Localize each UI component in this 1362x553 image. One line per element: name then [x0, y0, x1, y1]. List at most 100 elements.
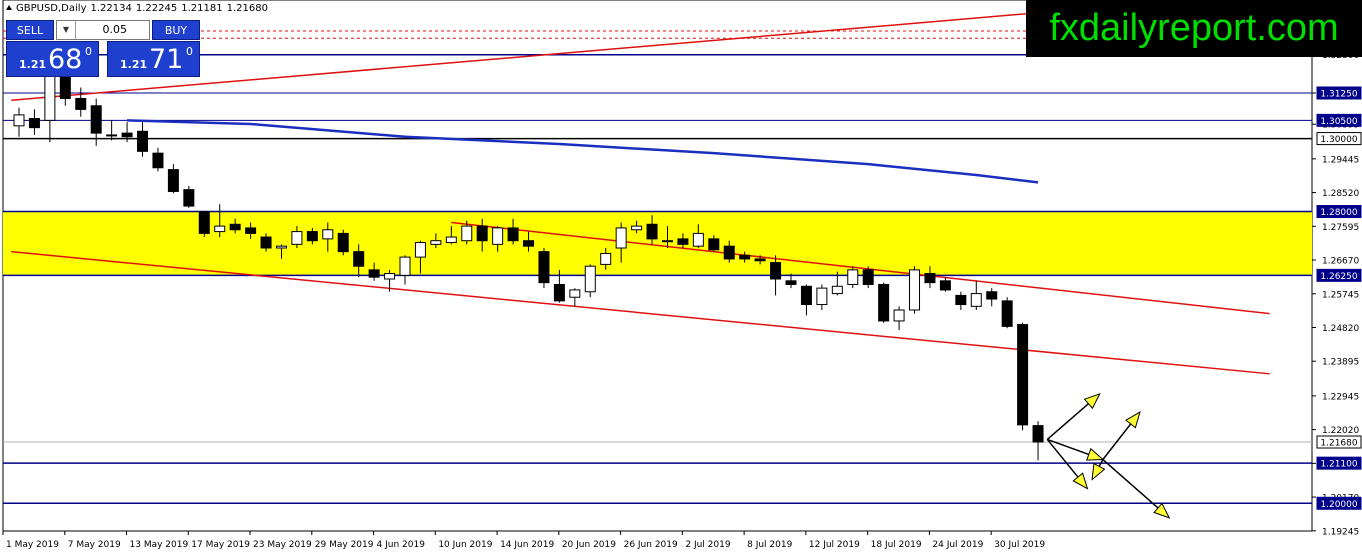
candle: [909, 266, 921, 314]
candle-body: [445, 236, 457, 244]
candle-body: [492, 227, 504, 245]
sell-price-prefix: 1.21: [19, 58, 47, 71]
candle-body: [770, 262, 782, 280]
candle-body: [955, 294, 967, 306]
candle-body: [368, 269, 380, 278]
candle-body: [970, 293, 982, 307]
date-tick-label: 18 Jul 2019: [871, 540, 922, 550]
date-tick-label: 12 Jul 2019: [809, 540, 860, 550]
candle: [1001, 297, 1013, 329]
price-level-label: 1.28000: [1316, 205, 1362, 219]
candle-body: [553, 283, 565, 302]
candle-body: [692, 232, 704, 247]
label-text: 1.31250: [1320, 89, 1357, 99]
price-level-label: 1.31250: [1316, 86, 1362, 100]
buy-price-prefix: 1.21: [120, 58, 148, 71]
date-tick-label: 4 Jun 2019: [377, 540, 426, 550]
candle-body: [198, 211, 210, 234]
candle-body: [708, 238, 720, 251]
chart-header: GBPUSD,Daily 1.22134 1.22245 1.21181 1.21680: [6, 3, 272, 14]
candle-body: [909, 269, 921, 311]
candle-body: [414, 242, 426, 258]
candle-body: [878, 283, 890, 322]
price-tick-label: 1.22020: [1322, 426, 1359, 436]
candle-body: [260, 236, 272, 249]
candle-body: [523, 240, 535, 247]
price-tick-label: 1.19245: [1322, 527, 1359, 537]
candle-body: [754, 258, 766, 262]
candle-body: [214, 225, 226, 233]
date-tick-label: 17 May 2019: [191, 540, 250, 550]
label-text: 1.21100: [1320, 460, 1357, 470]
date-tick-label: 14 Jun 2019: [500, 540, 554, 550]
buy-price-fraction: 0: [186, 45, 193, 58]
sell-price-fraction: 0: [85, 45, 92, 58]
candle: [183, 185, 195, 208]
candle-body: [847, 269, 859, 285]
candle: [198, 211, 210, 238]
candle-body: [584, 265, 596, 293]
candle-body: [399, 256, 411, 276]
candle-body: [1001, 300, 1013, 327]
lot-size-field[interactable]: ▼ 0.05: [56, 20, 150, 40]
price-tick-label: 1.24820: [1322, 324, 1359, 334]
candle: [862, 266, 874, 289]
candle-body: [461, 225, 473, 242]
candle-body: [322, 229, 334, 240]
candle: [1017, 322, 1029, 431]
price-level-label: 1.26250: [1316, 268, 1362, 282]
price-level-label: 1.30500: [1316, 113, 1362, 127]
one-click-trading-panel: SELL ▼ 0.05 BUY 1.21 68 0 1.21 71 0: [6, 20, 200, 77]
candle-body: [631, 225, 643, 231]
candle-body: [75, 97, 87, 110]
candle: [878, 282, 890, 323]
buy-button[interactable]: BUY: [152, 20, 200, 40]
price-tick-label: 1.27595: [1322, 223, 1359, 233]
buy-price-button[interactable]: 1.21 71 0: [107, 41, 200, 77]
brand-logo: fxdailyreport.com: [1026, 0, 1362, 57]
price-tick-label: 1.29445: [1322, 155, 1359, 165]
candle-body: [800, 285, 812, 306]
date-tick-label: 24 Jul 2019: [932, 540, 983, 550]
chart-window: 1.323001.312501.303951.294451.285201.275…: [0, 0, 1362, 553]
label-text: 1.21680: [1320, 439, 1357, 449]
candle-body: [893, 309, 905, 322]
price-tick-label: 1.26670: [1322, 257, 1359, 267]
sell-button[interactable]: SELL: [6, 20, 54, 40]
candle-body: [569, 289, 581, 298]
price-tick-label: 1.23895: [1322, 358, 1359, 368]
label-text: 1.26250: [1320, 272, 1357, 282]
ohlc-close: 1.21680: [226, 3, 268, 14]
candle-body: [430, 240, 442, 245]
candle-body: [353, 251, 365, 267]
candle-body: [152, 152, 164, 169]
price-tick-label: 1.28520: [1322, 189, 1359, 199]
candle-body: [507, 227, 519, 242]
date-tick-label: 30 Jul 2019: [994, 540, 1045, 550]
candle-body: [106, 134, 118, 137]
candle-body: [229, 223, 241, 231]
chevron-down-icon[interactable]: ▼: [57, 21, 76, 39]
candle-body: [939, 280, 951, 291]
candle-body: [59, 74, 71, 99]
date-tick-label: 2 Jul 2019: [685, 540, 730, 550]
price-chart[interactable]: 1.323001.312501.303951.294451.285201.275…: [0, 0, 1362, 553]
date-tick-label: 26 Jun 2019: [624, 540, 678, 550]
candle: [538, 247, 550, 289]
date-tick-label: 7 May 2019: [68, 540, 121, 550]
candle-body: [275, 245, 287, 249]
candle-body: [615, 227, 627, 249]
candle-body: [137, 130, 149, 152]
triangle-icon: [6, 5, 12, 10]
candle-body: [476, 225, 488, 242]
candle-body: [121, 132, 133, 138]
candle-body: [677, 238, 689, 245]
price-tick-label: 1.25745: [1322, 290, 1359, 300]
candle-body: [816, 287, 828, 306]
candle-body: [646, 223, 658, 240]
candle-body: [862, 269, 874, 285]
date-tick-label: 13 May 2019: [130, 540, 189, 550]
candle-body: [245, 227, 257, 234]
candle-body: [785, 280, 797, 285]
sell-price-button[interactable]: 1.21 68 0: [6, 41, 99, 77]
